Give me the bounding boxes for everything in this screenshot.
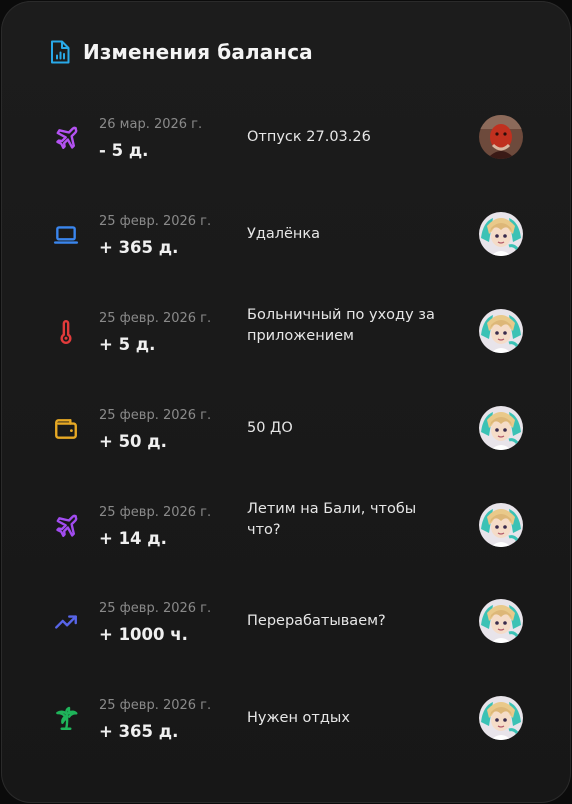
transaction-amount: + 1000 ч. [99, 625, 188, 644]
transaction-amount: - 5 д. [99, 141, 149, 160]
wallet-icon [53, 416, 79, 442]
transaction-amount: + 50 д. [99, 432, 167, 451]
transaction-description: Удалёнка [247, 226, 321, 242]
transaction-description: Нужен отдых [247, 710, 350, 726]
avatar[interactable] [479, 115, 523, 159]
transaction-description: Летим на Бали, чтобы что? [247, 501, 417, 538]
transaction-date: 25 февр. 2026 г. [99, 505, 212, 520]
avatar[interactable] [479, 212, 523, 256]
transaction-row[interactable]: 25 февр. 2026 г. + 50 д. 50 ДО [1, 394, 571, 474]
avatar[interactable] [479, 406, 523, 450]
transaction-description: Больничный по уходу за приложением [247, 307, 435, 344]
transaction-row[interactable]: 25 февр. 2026 г. + 365 д. Удалёнка [1, 200, 571, 280]
laptop-icon [53, 222, 79, 248]
transaction-row[interactable]: 25 февр. 2026 г. + 365 д. Нужен отдых [1, 684, 571, 764]
transaction-date: 25 февр. 2026 г. [99, 311, 212, 326]
transaction-amount: + 5 д. [99, 335, 156, 354]
avatar[interactable] [479, 503, 523, 547]
transaction-row[interactable]: 25 февр. 2026 г. + 14 д. Летим на Бали, … [1, 491, 571, 571]
transaction-row[interactable]: 25 февр. 2026 г. + 5 д. Больничный по ух… [1, 297, 571, 377]
balance-changes-card: Изменения баланса 26 мар. 2026 г. - 5 д.… [1, 1, 571, 803]
transaction-amount: + 365 д. [99, 722, 179, 741]
airplane-icon [53, 513, 79, 539]
transaction-date: 25 февр. 2026 г. [99, 214, 212, 229]
transaction-date: 25 февр. 2026 г. [99, 408, 212, 423]
transaction-date: 26 мар. 2026 г. [99, 117, 203, 132]
transaction-row[interactable]: 25 февр. 2026 г. + 1000 ч. Перерабатывае… [1, 587, 571, 667]
trending-up-icon [53, 609, 79, 635]
avatar[interactable] [479, 599, 523, 643]
transaction-description: 50 ДО [247, 420, 293, 436]
report-document-icon [51, 40, 70, 64]
palm-tree-icon [53, 706, 79, 732]
thermometer-icon [53, 319, 79, 345]
card-header: Изменения баланса [49, 37, 313, 67]
transaction-description: Перерабатываем? [247, 613, 386, 629]
transaction-date: 25 февр. 2026 г. [99, 601, 212, 616]
transaction-amount: + 365 д. [99, 238, 179, 257]
avatar[interactable] [479, 309, 523, 353]
page-title: Изменения баланса [83, 40, 313, 64]
avatar[interactable] [479, 696, 523, 740]
transaction-amount: + 14 д. [99, 529, 167, 548]
transaction-row[interactable]: 26 мар. 2026 г. - 5 д. Отпуск 27.03.26 [1, 103, 571, 183]
airplane-icon [53, 125, 79, 151]
transaction-description: Отпуск 27.03.26 [247, 129, 371, 145]
transaction-date: 25 февр. 2026 г. [99, 698, 212, 713]
